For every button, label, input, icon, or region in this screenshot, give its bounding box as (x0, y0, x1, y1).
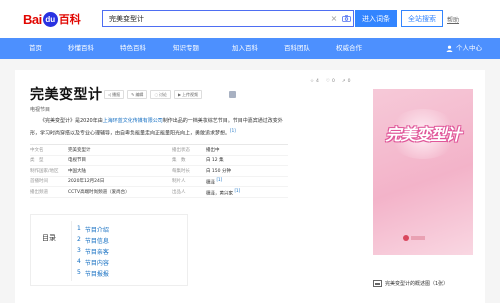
user-center[interactable]: 个人中心 (446, 38, 482, 59)
upload-video-button[interactable]: ▶ 上传视频 (173, 90, 203, 99)
speaker-icon: ◁ (108, 92, 112, 97)
poster-logo (403, 235, 425, 241)
entry-stats: ☆ 4 ♡ 0 ↗ 0 (310, 79, 351, 84)
reference-link[interactable]: [1] (234, 188, 240, 193)
info-row: 首播时间 2020年12月24日 制片人 穗泽 [1] (30, 177, 288, 187)
pencil-icon: ✎ (131, 92, 135, 97)
summary-image[interactable]: 完美变型计 (373, 89, 473, 255)
logo-text: Bai (23, 11, 42, 27)
producer-link[interactable]: 上海环蓝文化传媒有限公司 (103, 118, 163, 124)
camera-icon[interactable] (339, 11, 353, 26)
info-row: 播出频道 CCTV高端时尚频道（爱尚台） 出品人 穗泽，黄兴家 [1] (30, 187, 288, 198)
nav-item-home[interactable]: 首页 (29, 38, 42, 59)
entry-summary: 《完美变型计》是2020年由上海环蓝文化传媒有限公司制作出品的一档美妆综艺节目。… (30, 118, 283, 137)
logo-suffix: 百科 (58, 13, 81, 26)
poster-title: 完美变型计 (385, 125, 461, 144)
info-row: 类 型电视节目集 数白 12 集 (30, 156, 288, 166)
chat-icon: ◌ (154, 92, 158, 97)
toc-divider (71, 221, 72, 281)
header-bar: Bai du 百科 × 进入词条 全站搜索 帮助 (0, 0, 500, 38)
nav-item-join[interactable]: 加入百科 (232, 38, 258, 59)
search-input[interactable] (103, 11, 329, 26)
info-row: 制作国家/地区 中国大陆 每集时长白 150 分钟 (30, 166, 288, 177)
entry-subtitle: 电视节目 (30, 107, 51, 113)
discuss-button[interactable]: ◌ 讨论 (150, 90, 171, 99)
info-table: 中文名 完美变型计 播出状态 播出中 类 型电视节目集 数白 12 集 制作国家/地区… (30, 144, 288, 198)
nav-item-topics[interactable]: 知识专题 (173, 38, 199, 59)
stat-share[interactable]: ↗ 0 (342, 79, 351, 84)
edit-button[interactable]: ✎ 编辑 (127, 90, 148, 99)
help-link[interactable]: 帮助 (447, 15, 459, 24)
stat-collect[interactable]: ☆ 4 (310, 79, 319, 84)
enter-entry-button[interactable]: 进入词条 (355, 10, 397, 27)
lock-icon (229, 91, 236, 98)
baidu-baike-logo[interactable]: Bai du 百科 (23, 9, 81, 29)
reference-link[interactable]: [1] (230, 128, 236, 133)
star-icon: ☆ (310, 79, 315, 84)
user-center-label: 个人中心 (456, 44, 482, 52)
entry-title: 完美变型计 (30, 87, 103, 103)
nav-item-miaodong[interactable]: 秒懂百科 (68, 38, 94, 59)
toc-item[interactable]: 2 节目信息 (77, 236, 109, 245)
search-box: × (102, 10, 354, 27)
nav-item-featured[interactable]: 特色百科 (120, 38, 146, 59)
main-nav: 首页 秒懂百科 特色百科 知识专题 加入百科 百科团队 权威合作 个人中心 (0, 38, 500, 59)
toc-label: 目录 (42, 234, 56, 242)
table-of-contents: 目录 1 节目介绍 2 节目信息 3 节目亲客 4 节目内容 5 节目报报 (30, 214, 188, 286)
thumb-icon: ♡ (325, 79, 330, 84)
toc-item[interactable]: 4 节目内容 (77, 258, 109, 267)
nav-item-partners[interactable]: 权威合作 (336, 38, 362, 59)
reference-link[interactable]: [1] (216, 177, 222, 182)
site-search-button[interactable]: 全站搜索 (401, 10, 443, 27)
info-row: 中文名 完美变型计 播出状态 播出中 (30, 145, 288, 156)
toc-item[interactable]: 5 节目报报 (77, 269, 109, 278)
broadcast-button[interactable]: ◁ 播报 (104, 90, 125, 99)
toc-item[interactable]: 3 节目亲客 (77, 247, 109, 256)
toc-item[interactable]: 1 节目介绍 (77, 225, 109, 234)
stat-like[interactable]: ♡ 0 (326, 79, 335, 84)
paw-icon: du (42, 11, 58, 27)
user-icon (446, 45, 453, 52)
entry-toolbar: ◁ 播报 ✎ 编辑 ◌ 讨论 ▶ 上传视频 (104, 90, 203, 99)
gallery-icon (373, 280, 382, 287)
clear-icon[interactable]: × (329, 14, 339, 23)
video-icon: ▶ (177, 92, 182, 97)
image-caption[interactable]: 完美变型计的概述图（1张） (373, 280, 448, 287)
share-icon: ↗ (341, 79, 346, 84)
nav-item-team[interactable]: 百科团队 (284, 38, 310, 59)
